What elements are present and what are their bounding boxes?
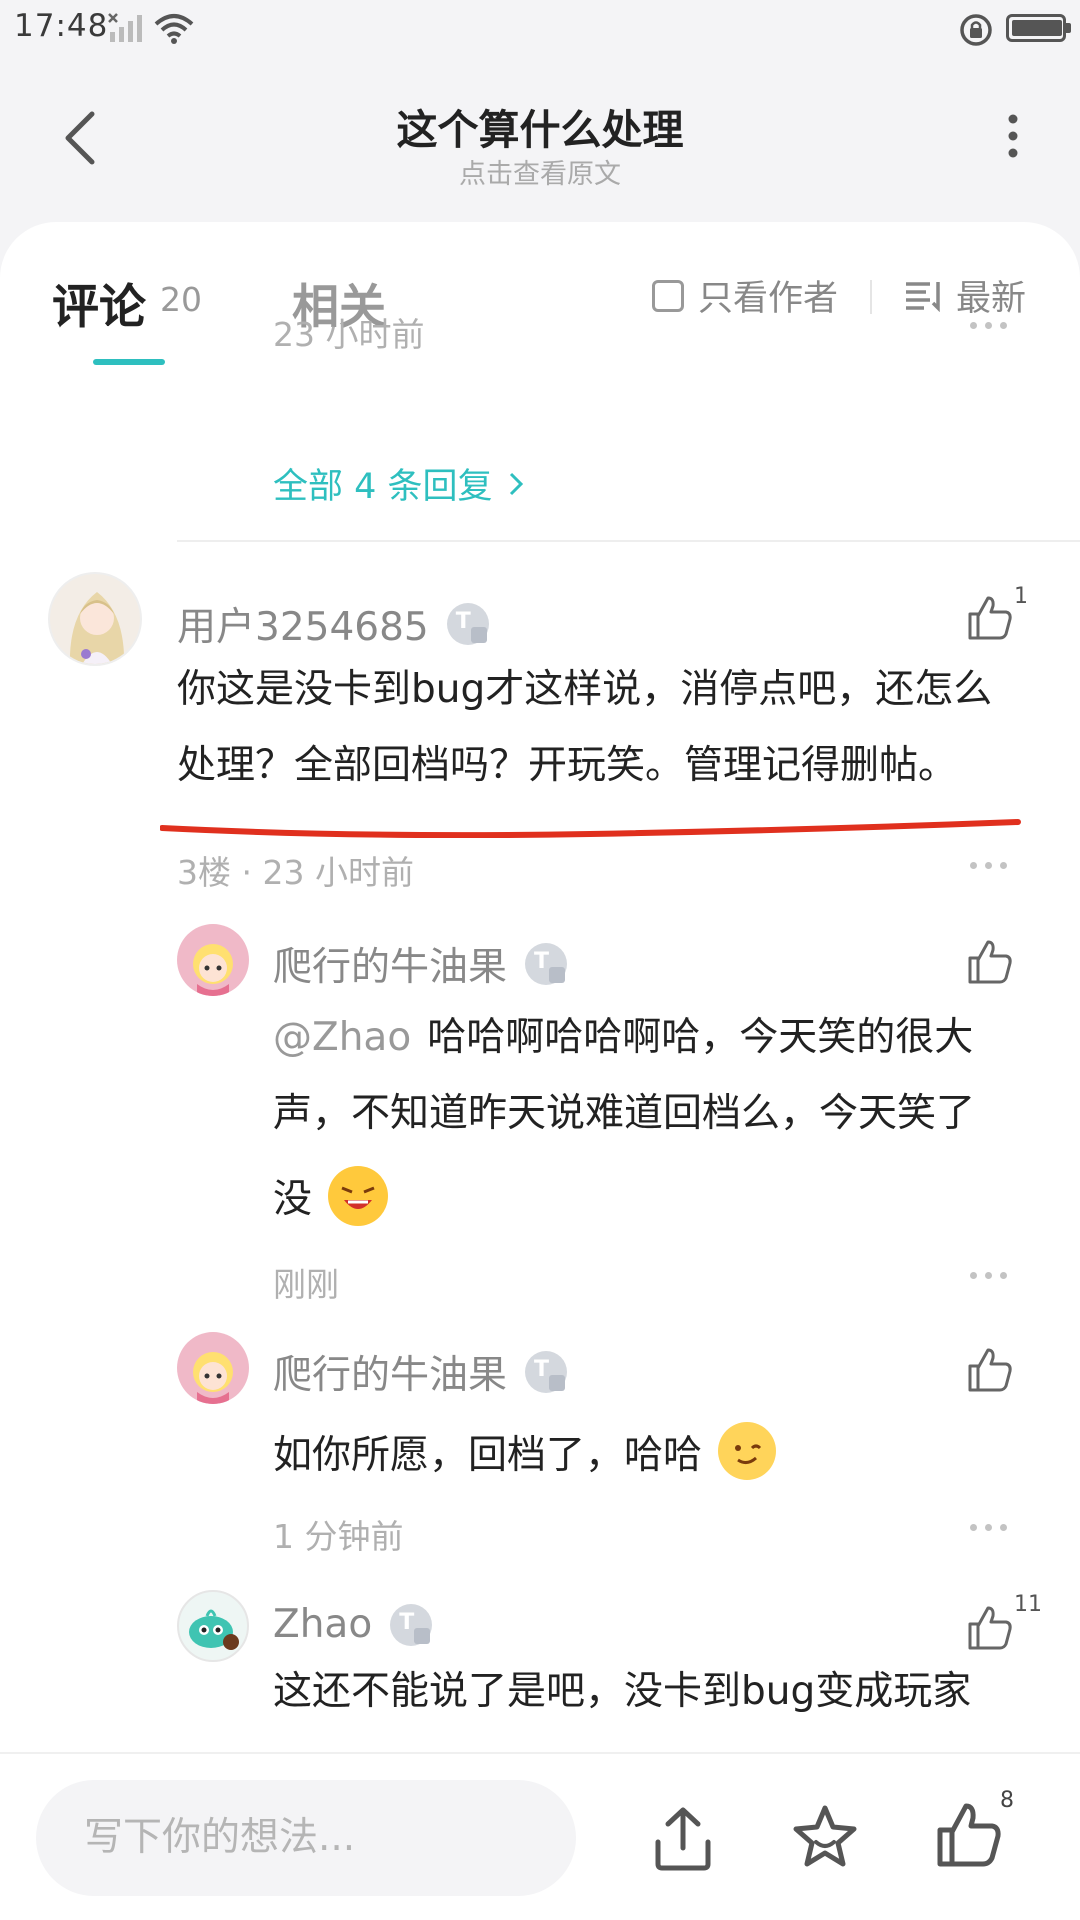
view-original-link[interactable]: 点击查看原文 [0, 152, 1080, 191]
comment-line: 你这是没卡到bug才这样说，消停点吧，还怎么 [177, 667, 993, 712]
avatar-image [193, 944, 233, 996]
bottom-action-bar: 写下你的想法... 8 [0, 1752, 1080, 1920]
reply-text: @Zhao 哈哈啊哈哈啊哈，今天笑的很大 声，不知道昨天说难道回档么，今天笑了 [273, 1000, 1033, 1152]
level-badge-icon [390, 1603, 433, 1646]
username-text: 爬行的牛油果 [273, 1353, 508, 1398]
username-text: 爬行的牛油果 [273, 945, 508, 990]
more-options-icon[interactable] [970, 862, 1010, 872]
divider [870, 280, 872, 314]
reply-time: 1 分钟前 [273, 1517, 404, 1556]
avatar-image [189, 1609, 239, 1650]
comments-count: 20 [160, 280, 202, 319]
comment-tabs: 评论 20 相关 只看作者 最新 [0, 222, 1080, 372]
username-text: Zhao [273, 1602, 373, 1647]
more-options-icon[interactable] [970, 1272, 1010, 1282]
reply-username[interactable]: 爬行的牛油果 [273, 936, 568, 992]
comment-time: 23 小时前 [273, 315, 425, 354]
like-count: 11 [1014, 1592, 1042, 1617]
level-badge-icon [525, 943, 568, 985]
comment-line: 处理？全部回档吗？开玩笑。管理记得删帖。 [177, 743, 958, 788]
laughing-emoji-icon [328, 1165, 389, 1226]
reply-text-tail: 没 [273, 1162, 389, 1238]
smiling-emoji-icon [718, 1421, 777, 1480]
comments-panel: 评论 20 相关 只看作者 最新 23 小时前 全部 4 条回复 用户32546… [0, 222, 1080, 1752]
comment-meta: 3楼 · 23 小时前 [177, 853, 414, 892]
only-author-label: 只看作者 [698, 279, 839, 319]
like-icon[interactable] [966, 1604, 1014, 1652]
favorite-star-icon[interactable] [790, 1802, 860, 1872]
checkbox-icon[interactable] [652, 279, 684, 312]
reply-avatar[interactable] [177, 1332, 249, 1404]
reply-line: 哈哈啊哈哈啊哈，今天笑的很大 [427, 1015, 974, 1060]
reply-username[interactable]: 爬行的牛油果 [273, 1344, 568, 1400]
tab-comments[interactable]: 评论 [52, 268, 146, 337]
avatar-image [193, 1352, 233, 1404]
all-replies-link[interactable]: 全部 4 条回复 [273, 458, 527, 509]
comment-divider [177, 540, 1080, 542]
status-time: 17:48 [14, 8, 109, 44]
like-icon[interactable] [966, 938, 1014, 986]
status-bar: 17:48 [0, 0, 1080, 56]
reply-avatar[interactable] [177, 1590, 249, 1662]
red-underline-annotation [160, 819, 1021, 838]
comment-username[interactable]: 用户3254685 [177, 596, 489, 652]
reply-line: 这还不能说了是吧，没卡到bug变成玩家 [273, 1669, 972, 1714]
sort-button[interactable]: 最新 [904, 270, 1026, 321]
reply-time: 刚刚 [273, 1265, 339, 1304]
reply-line: 如你所愿，回档了，哈哈 [273, 1433, 703, 1478]
like-post-icon[interactable] [934, 1800, 1004, 1870]
all-replies-label: 全部 4 条回复 [273, 467, 493, 507]
post-like-count: 8 [1000, 1788, 1014, 1813]
comment-text: 你这是没卡到bug才这样说，消停点吧，还怎么 处理？全部回档吗？开玩笑。管理记得… [177, 652, 1037, 804]
like-icon[interactable] [966, 1346, 1014, 1394]
level-badge-icon [525, 1351, 568, 1393]
rotation-lock-icon [960, 14, 992, 46]
more-vertical-icon[interactable] [1006, 114, 1020, 158]
comment-input[interactable]: 写下你的想法... [36, 1780, 576, 1896]
reply-line: 没 [273, 1177, 313, 1222]
active-tab-indicator [93, 359, 165, 365]
share-icon[interactable] [648, 1804, 718, 1874]
avatar-image [69, 592, 125, 664]
more-options-icon[interactable] [970, 1524, 1010, 1534]
post-header: 这个算什么处理 点击查看原文 [0, 56, 1080, 226]
reply-text: 这还不能说了是吧，没卡到bug变成玩家 [273, 1654, 971, 1730]
like-icon[interactable] [966, 594, 1014, 642]
more-options-icon[interactable] [970, 322, 1010, 332]
avatar[interactable] [48, 572, 142, 666]
battery-icon [1006, 14, 1071, 42]
reply-text: 如你所愿，回档了，哈哈 [273, 1418, 777, 1494]
wifi-icon [154, 14, 194, 44]
sort-icon [906, 281, 940, 312]
page-title: 这个算什么处理 [396, 106, 684, 154]
cellular-signal-icon [108, 13, 142, 42]
mention-link[interactable]: @Zhao [273, 1015, 411, 1060]
username-text: 用户3254685 [177, 605, 429, 650]
level-badge-icon [446, 603, 489, 645]
like-count: 1 [1014, 584, 1028, 609]
reply-line: 声，不知道昨天说难道回档么，今天笑了 [273, 1091, 976, 1136]
sort-label: 最新 [956, 279, 1027, 319]
only-author-toggle[interactable]: 只看作者 [652, 270, 838, 321]
reply-avatar[interactable] [177, 924, 249, 996]
chevron-right-icon [509, 472, 523, 495]
reply-username[interactable]: Zhao [273, 1602, 433, 1647]
